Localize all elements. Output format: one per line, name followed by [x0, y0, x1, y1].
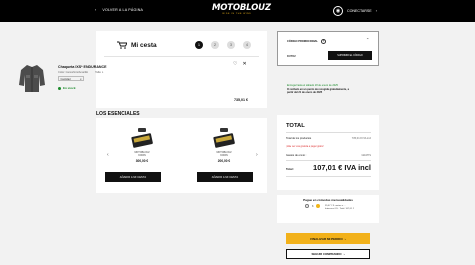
- essentials-title: LOS ESENCIALES: [96, 111, 140, 117]
- product-name[interactable]: Chaqueta IXS* ENDURANCE: [58, 65, 107, 69]
- essential-item[interactable]: MOTOBLOUZ KODIN 200,00 €: [196, 126, 252, 163]
- step-4: 4: [243, 41, 251, 49]
- add-to-cart-button[interactable]: AÑADIR A MI CESTA: [105, 172, 161, 182]
- continue-label: SEGUIR COMPRANDO: [311, 252, 342, 256]
- divider: [286, 132, 371, 133]
- subtotal-row: Total de los productos 735,01 € IVA incl: [286, 137, 371, 140]
- login-link[interactable]: ◉ CONECTARSE ›: [333, 6, 377, 16]
- total-sum: Total : 107,01 € IVA incl: [286, 163, 371, 172]
- promo-label: CÓDIGO PROMOCIONAL ?: [287, 39, 326, 44]
- option-3-label: 3: [312, 204, 314, 208]
- shipping-note: Entrega hasta el sábado 18 de enero de 2…: [287, 84, 349, 95]
- installments-panel: Pague en cómodas mensualidades 3 35,67 €…: [277, 195, 379, 223]
- shipping-warning: ¡Vale vez una gratuita a pagar gratis!: [286, 146, 324, 148]
- step-3: 3: [227, 41, 235, 49]
- checkout-steps: 1 2 3 4: [195, 41, 251, 49]
- product-color: Color: Camo/Gris/Amarillo: [58, 71, 89, 74]
- cart-panel: Mi cesta 1 2 3 4: [96, 31, 267, 108]
- divider: [286, 176, 371, 177]
- installments-title: Pague en cómodas mensualidades: [303, 198, 353, 202]
- logo-tagline: RIDE IN THE WIND: [222, 13, 252, 15]
- subtotal-label: Total de los productos: [286, 137, 312, 140]
- installment-options: 3: [305, 204, 321, 208]
- total-panel: TOTAL Total de los productos 735,01 € IV…: [277, 115, 379, 190]
- shipping-label: Gastos de envío :: [286, 154, 307, 157]
- radio-3-installments[interactable]: [305, 204, 309, 208]
- checkout-button[interactable]: FINALIZAR MI PEDIDO ›: [286, 233, 370, 244]
- close-icon[interactable]: ✕: [242, 61, 246, 67]
- cart-icon: [117, 41, 127, 49]
- chevron-right-icon: ›: [375, 9, 377, 13]
- shipping-row: Gastos de envío : GRATIS: [286, 154, 371, 157]
- back-label: VOLVER A LA PÁGINA: [102, 8, 144, 12]
- essential-name: MOTOBLOUZ KODIN: [134, 151, 150, 157]
- essential-price: 200,00 €: [217, 159, 231, 163]
- promo-panel: CÓDIGO PROMOCIONAL ? ⌃ DUTO2 SUPRIMIR EL…: [277, 31, 379, 66]
- stock-label: En stock: [63, 86, 76, 90]
- chevron-up-icon[interactable]: ⌃: [366, 37, 369, 42]
- chevron-right-icon: ›: [343, 252, 345, 256]
- product-size: Talla: L: [95, 71, 104, 74]
- top-bar: ‹ VOLVER A LA PÁGINA MOTOBLOUZ RIDE IN T…: [0, 0, 475, 22]
- divider: [104, 56, 259, 57]
- continue-shopping-button[interactable]: SEGUIR COMPRANDO ›: [286, 249, 370, 259]
- total-value: 107,01 € IVA incl: [313, 163, 371, 172]
- product-price: 735,01 €: [234, 98, 248, 102]
- installment-info: 35,67 € 3 cuotas a ... Intereses 0% · To…: [325, 205, 354, 211]
- add-to-cart-button[interactable]: AÑADIR A MI CESTA: [197, 172, 253, 182]
- subtotal-value: 735,01 € IVA incl: [351, 137, 371, 140]
- stock-dot-icon: [58, 86, 61, 90]
- product-meta: Color: Camo/Gris/Amarillo Talla: L: [58, 71, 103, 74]
- chevron-down-icon: ▾: [80, 77, 82, 81]
- logo[interactable]: MOTOBLOUZ RIDE IN THE WIND: [212, 3, 271, 18]
- back-link[interactable]: ‹ VOLVER A LA PÁGINA: [95, 8, 143, 12]
- essential-name: MOTOBLOUZ KODIN: [216, 151, 232, 157]
- login-label: CONECTARSE: [347, 9, 372, 13]
- radio-4-installments[interactable]: [316, 204, 321, 208]
- shipping-value[interactable]: GRATIS: [362, 154, 371, 157]
- total-label: Total :: [286, 167, 295, 171]
- installment-total: Intereses 0% · Total: 107,01 €: [325, 208, 355, 210]
- product-image-jacket[interactable]: [19, 63, 45, 93]
- heart-icon[interactable]: ♡: [233, 61, 237, 67]
- logo-text: MOTOBLOUZ: [212, 3, 271, 13]
- product-image-case: [213, 128, 235, 148]
- chevron-right-icon: ›: [344, 236, 346, 241]
- chevron-left-icon[interactable]: ‹: [107, 152, 109, 158]
- essential-price: 300,00 €: [135, 159, 149, 163]
- remove-code-button[interactable]: SUPRIMIR EL CÓDIGO: [328, 51, 372, 60]
- help-icon[interactable]: ?: [320, 39, 326, 44]
- promo-code: DUTO2: [287, 55, 296, 58]
- checkout-label: FINALIZAR MI PEDIDO: [310, 236, 343, 241]
- cart-title: Mi cesta: [131, 41, 157, 49]
- quantity-select[interactable]: Cantidad ▾: [58, 76, 84, 81]
- user-icon: ◉: [333, 6, 343, 16]
- total-title: TOTAL: [286, 123, 305, 129]
- pickup-date: partir del 21 de enero de 2025: [287, 91, 323, 95]
- chevron-right-icon[interactable]: ›: [256, 152, 258, 158]
- step-1: 1: [195, 41, 203, 49]
- cart-header: Mi cesta: [117, 41, 157, 49]
- divider: [286, 160, 371, 161]
- promo-label-text: CÓDIGO PROMOCIONAL: [287, 40, 318, 43]
- product-image-case: [131, 128, 153, 148]
- product-actions: ♡ ✕: [233, 61, 247, 67]
- quantity-label: Cantidad: [60, 77, 71, 81]
- chevron-left-icon: ‹: [95, 8, 97, 12]
- stock-status: En stock: [58, 86, 76, 90]
- step-2: 2: [211, 41, 219, 49]
- essential-item[interactable]: MOTOBLOUZ KODIN 300,00 €: [114, 126, 170, 163]
